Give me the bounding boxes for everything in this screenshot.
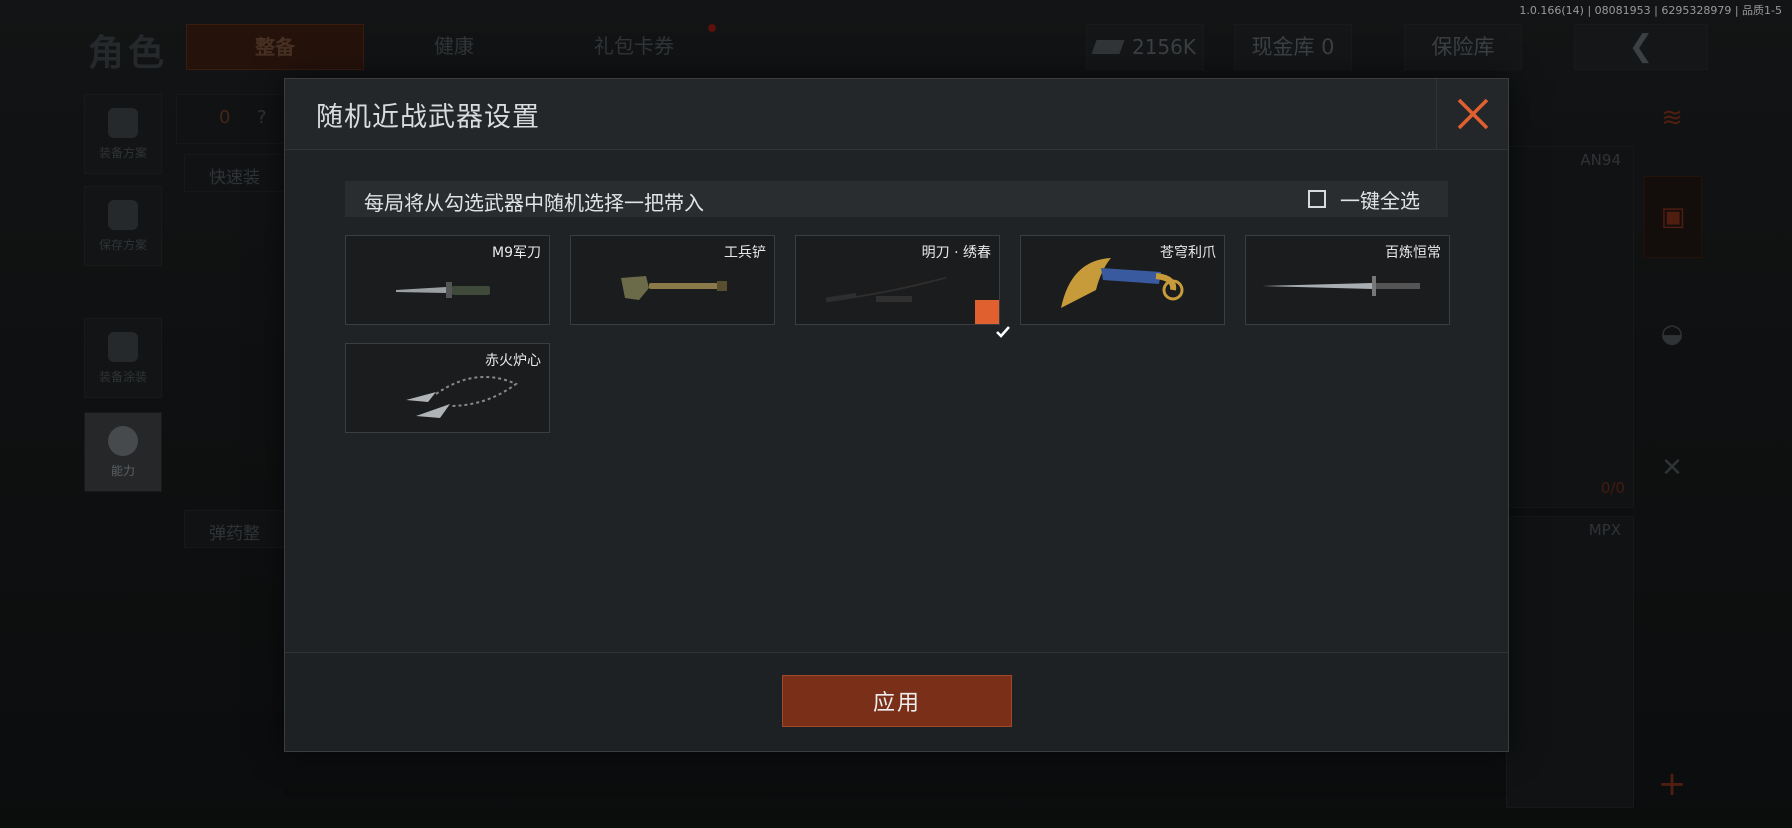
weapon-card[interactable]: M9军刀 (345, 235, 550, 325)
random-melee-dialog: 随机近战武器设置 每局将从勾选武器中随机选择一把带入 一键全选 M9军刀 工兵铲… (284, 78, 1509, 752)
weapon-name: M9军刀 (492, 245, 541, 261)
info-text: 每局将从勾选武器中随机选择一把带入 (364, 191, 704, 215)
select-all-toggle[interactable]: 一键全选 (1308, 181, 1448, 217)
shovel-icon (621, 276, 727, 300)
weapon-name: 百炼恒常 (1385, 245, 1441, 261)
bayonet-icon (396, 282, 490, 298)
dialog-footer: 应用 (285, 652, 1508, 751)
sword-icon (1262, 276, 1420, 296)
info-bar: 每局将从勾选武器中随机选择一把带入 一键全选 (345, 181, 1448, 217)
dialog-header: 随机近战武器设置 (285, 79, 1508, 150)
apply-button[interactable]: 应用 (782, 675, 1012, 727)
close-icon (1457, 98, 1488, 130)
weapon-card[interactable]: 百炼恒常 (1245, 235, 1450, 325)
weapon-name: 工兵铲 (724, 245, 766, 261)
karambit-icon (1061, 258, 1184, 308)
selected-checkmark (975, 300, 1010, 338)
saber-icon (825, 270, 957, 303)
weapon-name: 明刀 · 绣春 (921, 245, 991, 261)
weapon-card[interactable]: 苍穹利爪 (1020, 235, 1225, 325)
select-all-checkbox[interactable] (1308, 190, 1326, 208)
dialog-title: 随机近战武器设置 (316, 102, 540, 133)
weapon-card[interactable]: 赤火炉心 (345, 343, 550, 433)
weapon-card[interactable]: 工兵铲 (570, 235, 775, 325)
chain-blade-icon (406, 375, 518, 418)
close-button[interactable] (1436, 79, 1508, 149)
weapon-card[interactable]: 明刀 · 绣春 (795, 235, 1010, 338)
check-icon (996, 326, 1010, 338)
select-all-label: 一键全选 (1340, 188, 1420, 213)
